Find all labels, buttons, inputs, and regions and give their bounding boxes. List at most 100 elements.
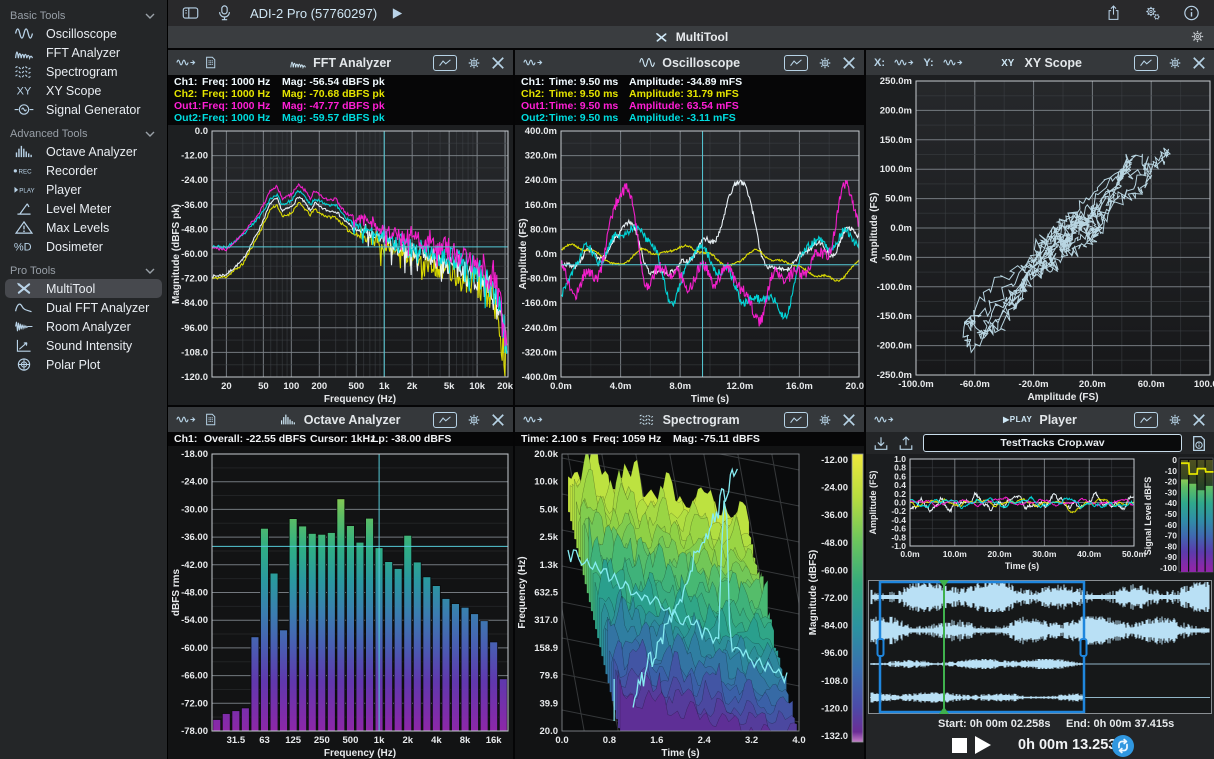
gear-icon[interactable]: [467, 56, 481, 70]
osc-chart[interactable]: 400.0m320.0m240.0m160.0m80.0m0.0m-80.0m-…: [515, 125, 864, 405]
gear-icon[interactable]: [1168, 56, 1182, 70]
signal-input-icon[interactable]: [523, 56, 543, 69]
loop-button[interactable]: [1111, 734, 1135, 758]
close-icon[interactable]: [1192, 413, 1206, 427]
spectrogram-panel-header: Spectrogram: [515, 407, 864, 432]
calibration-file-icon[interactable]: [205, 413, 216, 426]
octave-chart[interactable]: -18.00-24.00-30.00-36.00-42.00-48.00-54.…: [168, 446, 513, 759]
download-icon[interactable]: [873, 435, 889, 452]
play-button[interactable]: [975, 736, 991, 754]
svg-text:REC: REC: [19, 168, 33, 175]
svg-text:-160.0m: -160.0m: [522, 298, 557, 309]
signal-input-icon[interactable]: [523, 413, 543, 426]
multitool-icon: [654, 31, 669, 44]
gear-icon[interactable]: [1168, 413, 1182, 427]
signal-input-icon[interactable]: [894, 56, 914, 69]
chart-toggle-button[interactable]: [1134, 412, 1158, 428]
sidebar-item-multitool[interactable]: MultiTool: [5, 279, 162, 298]
sidebar-item-octave-analyzer[interactable]: Octave Analyzer: [5, 142, 162, 161]
xy-panel-title: XY Scope: [1025, 56, 1082, 70]
sidebar-section-header[interactable]: Basic Tools: [0, 7, 167, 24]
chart-toggle-button[interactable]: [784, 412, 808, 428]
chart-toggle-button[interactable]: [433, 55, 457, 71]
sidebar-item-player[interactable]: PLAYPlayer: [5, 180, 162, 199]
gear-icon[interactable]: [818, 56, 832, 70]
xy-chart[interactable]: 250.0m200.0m150.0m100.0m50.0m0.0m-50.0m-…: [866, 75, 1214, 405]
sidebar-item-polar-plot[interactable]: Polar Plot: [5, 355, 162, 374]
osc-readings: Ch1:Time: 9.50 msAmplitude: -34.89 mFSCh…: [515, 75, 864, 125]
file-name-field[interactable]: TestTracks Crop.wav: [923, 434, 1182, 452]
chart-toggle-icon: [789, 56, 803, 70]
gear-icon[interactable]: [467, 413, 481, 427]
signal-input-icon[interactable]: [874, 413, 894, 426]
gear-icon[interactable]: [818, 413, 832, 427]
play-device-button[interactable]: [391, 7, 404, 20]
settings-gears-icon[interactable]: [1144, 5, 1161, 21]
svg-text:-48.00: -48.00: [181, 588, 208, 599]
svg-text:Amplitude (FS): Amplitude (FS): [868, 471, 878, 535]
sidebar-item-level-meter[interactable]: Level Meter: [5, 199, 162, 218]
sidebar-item-oscilloscope[interactable]: Oscilloscope: [5, 24, 162, 43]
sidebar-item-dosimeter[interactable]: %DDosimeter: [5, 237, 162, 256]
chart-toggle-button[interactable]: [784, 55, 808, 71]
sidebar-item-xy-scope[interactable]: XYXY Scope: [5, 81, 162, 100]
sidebar-section-header[interactable]: Pro Tools: [0, 262, 167, 279]
svg-text:-240.0m: -240.0m: [522, 323, 557, 334]
sidebar-item-spectrogram[interactable]: Spectrogram: [5, 62, 162, 81]
info-icon[interactable]: [1183, 5, 1200, 21]
sidebar-item-fft-analyzer[interactable]: FFT Analyzer: [5, 43, 162, 62]
device-label[interactable]: ADI-2 Pro (57760297): [250, 6, 377, 21]
svg-text:158.9: 158.9: [534, 643, 558, 654]
sidebar-section-header[interactable]: Advanced Tools: [0, 125, 167, 142]
sidebar-item-label: Oscilloscope: [46, 27, 117, 41]
svg-text:Frequency (Hz): Frequency (Hz): [517, 556, 528, 628]
sidebar-item-sound-intensity[interactable]: Sound Intensity: [5, 336, 162, 355]
signal-input-icon[interactable]: [943, 56, 963, 69]
waveform-overview[interactable]: [868, 580, 1212, 714]
chart-toggle-icon: [1139, 413, 1153, 427]
topbar: ADI-2 Pro (57760297): [168, 0, 1214, 26]
svg-text:Amplitude (FS): Amplitude (FS): [1027, 392, 1098, 403]
sidebar-item-signal-generator[interactable]: Signal Generator: [5, 100, 162, 119]
sidebar-item-label: Room Analyzer: [46, 320, 131, 334]
svg-text:dBFS rms: dBFS rms: [171, 568, 182, 616]
close-icon[interactable]: [842, 56, 856, 70]
signal-input-icon[interactable]: [176, 413, 196, 426]
close-icon[interactable]: [1192, 56, 1206, 70]
channel-reading: Out1:Time: 9.50 msAmplitude: 63.54 mFS: [515, 100, 864, 112]
spectrogram-chart[interactable]: 20.0k10.0k5.0k2.5k1.3k632.5317.0158.979.…: [515, 446, 864, 759]
svg-text:-320.0m: -320.0m: [522, 347, 557, 358]
sidebar-item-room-analyzer[interactable]: Room Analyzer: [5, 317, 162, 336]
room-analyzer-icon: [8, 319, 40, 334]
file-info-icon[interactable]: [1191, 435, 1207, 452]
upload-icon[interactable]: [898, 435, 914, 452]
sidebar-toggle-icon[interactable]: [182, 5, 199, 21]
svg-text:4k: 4k: [431, 735, 442, 746]
mic-icon[interactable]: [216, 5, 233, 21]
calibration-file-icon[interactable]: [205, 56, 216, 69]
sidebar-item-dual-fft-analyzer[interactable]: Dual FFT Analyzer: [5, 298, 162, 317]
spectrogram-icon: [639, 413, 655, 426]
fft-chart[interactable]: 0.0-12.00-24.00-36.00-48.00-60.00-72.00-…: [168, 125, 513, 405]
close-icon[interactable]: [842, 413, 856, 427]
svg-text:200.0m: 200.0m: [880, 105, 912, 116]
gear-icon[interactable]: [1190, 29, 1205, 47]
chart-toggle-button[interactable]: [1134, 55, 1158, 71]
svg-text:500: 500: [343, 735, 359, 746]
player-mini-chart[interactable]: 1.00.80.60.40.20.0-0.2-0.4-0.6-0.8-1.00.…: [866, 454, 1214, 580]
signal-input-icon[interactable]: [176, 56, 196, 69]
chart-toggle-button[interactable]: [433, 412, 457, 428]
sidebar-item-recorder[interactable]: RECRecorder: [5, 161, 162, 180]
share-icon[interactable]: [1105, 5, 1122, 21]
svg-text:50.0m: 50.0m: [885, 194, 912, 205]
sidebar-item-max-levels[interactable]: Max Levels: [5, 218, 162, 237]
close-icon[interactable]: [491, 413, 505, 427]
svg-text:-66.00: -66.00: [181, 671, 208, 682]
svg-text:-72.00: -72.00: [821, 593, 848, 604]
svg-text:80.0m: 80.0m: [530, 224, 557, 235]
octave-icon: [8, 144, 40, 159]
close-icon[interactable]: [491, 56, 505, 70]
transport-bar: 0h 00m 13.253s: [866, 734, 1214, 759]
svg-text:4.0m: 4.0m: [610, 381, 632, 392]
stop-button[interactable]: [952, 738, 967, 753]
